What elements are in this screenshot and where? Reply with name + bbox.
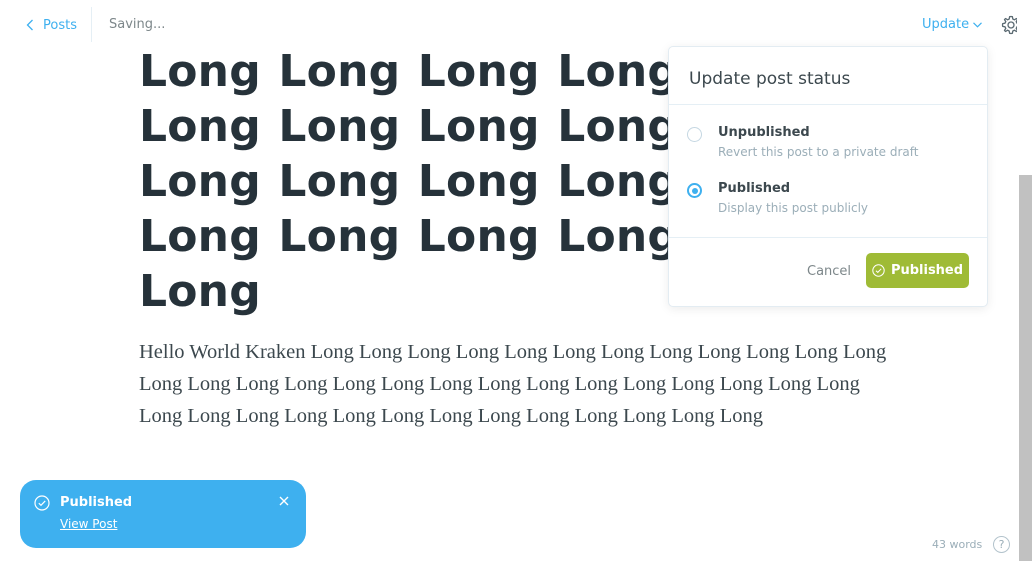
published-button-label: Published [890, 263, 964, 278]
check-circle-icon [872, 264, 885, 277]
unpublished-radio[interactable] [687, 127, 702, 142]
notification-toast: Published View Post [20, 480, 306, 548]
cancel-button[interactable]: Cancel [807, 264, 851, 279]
published-button[interactable]: Published [866, 253, 969, 288]
scrollbar-thumb[interactable] [1019, 175, 1032, 561]
popover-divider [669, 237, 987, 238]
save-status: Saving... [109, 17, 166, 32]
close-icon[interactable] [279, 496, 289, 506]
toast-title: Published [60, 495, 133, 510]
option-unpublished[interactable]: Unpublished Revert this post to a privat… [687, 125, 967, 165]
popover-divider [669, 104, 987, 105]
option-published[interactable]: Published Display this post publicly [687, 181, 967, 221]
publish-popover: Update post status Unpublished Revert th… [668, 46, 988, 307]
help-button[interactable]: ? [993, 536, 1010, 553]
option-description: Display this post publicly [718, 201, 869, 215]
back-label: Posts [43, 17, 77, 33]
view-post-link[interactable]: View Post [60, 517, 117, 531]
option-label: Unpublished [718, 125, 810, 140]
check-circle-icon [34, 495, 50, 511]
post-body[interactable]: Hello World Kraken Long Long Long Long L… [139, 336, 899, 432]
header-divider [91, 7, 92, 42]
chevron-down-icon [973, 21, 983, 28]
word-count: 43 words [932, 538, 983, 551]
popover-title: Update post status [689, 69, 851, 89]
option-description: Revert this post to a private draft [718, 145, 919, 159]
back-to-posts-link[interactable]: Posts [26, 16, 77, 34]
published-radio[interactable] [687, 183, 702, 198]
update-menu-trigger[interactable]: Update [922, 17, 983, 32]
update-label: Update [922, 17, 970, 32]
chevron-left-icon [26, 19, 33, 31]
option-label: Published [718, 181, 791, 196]
